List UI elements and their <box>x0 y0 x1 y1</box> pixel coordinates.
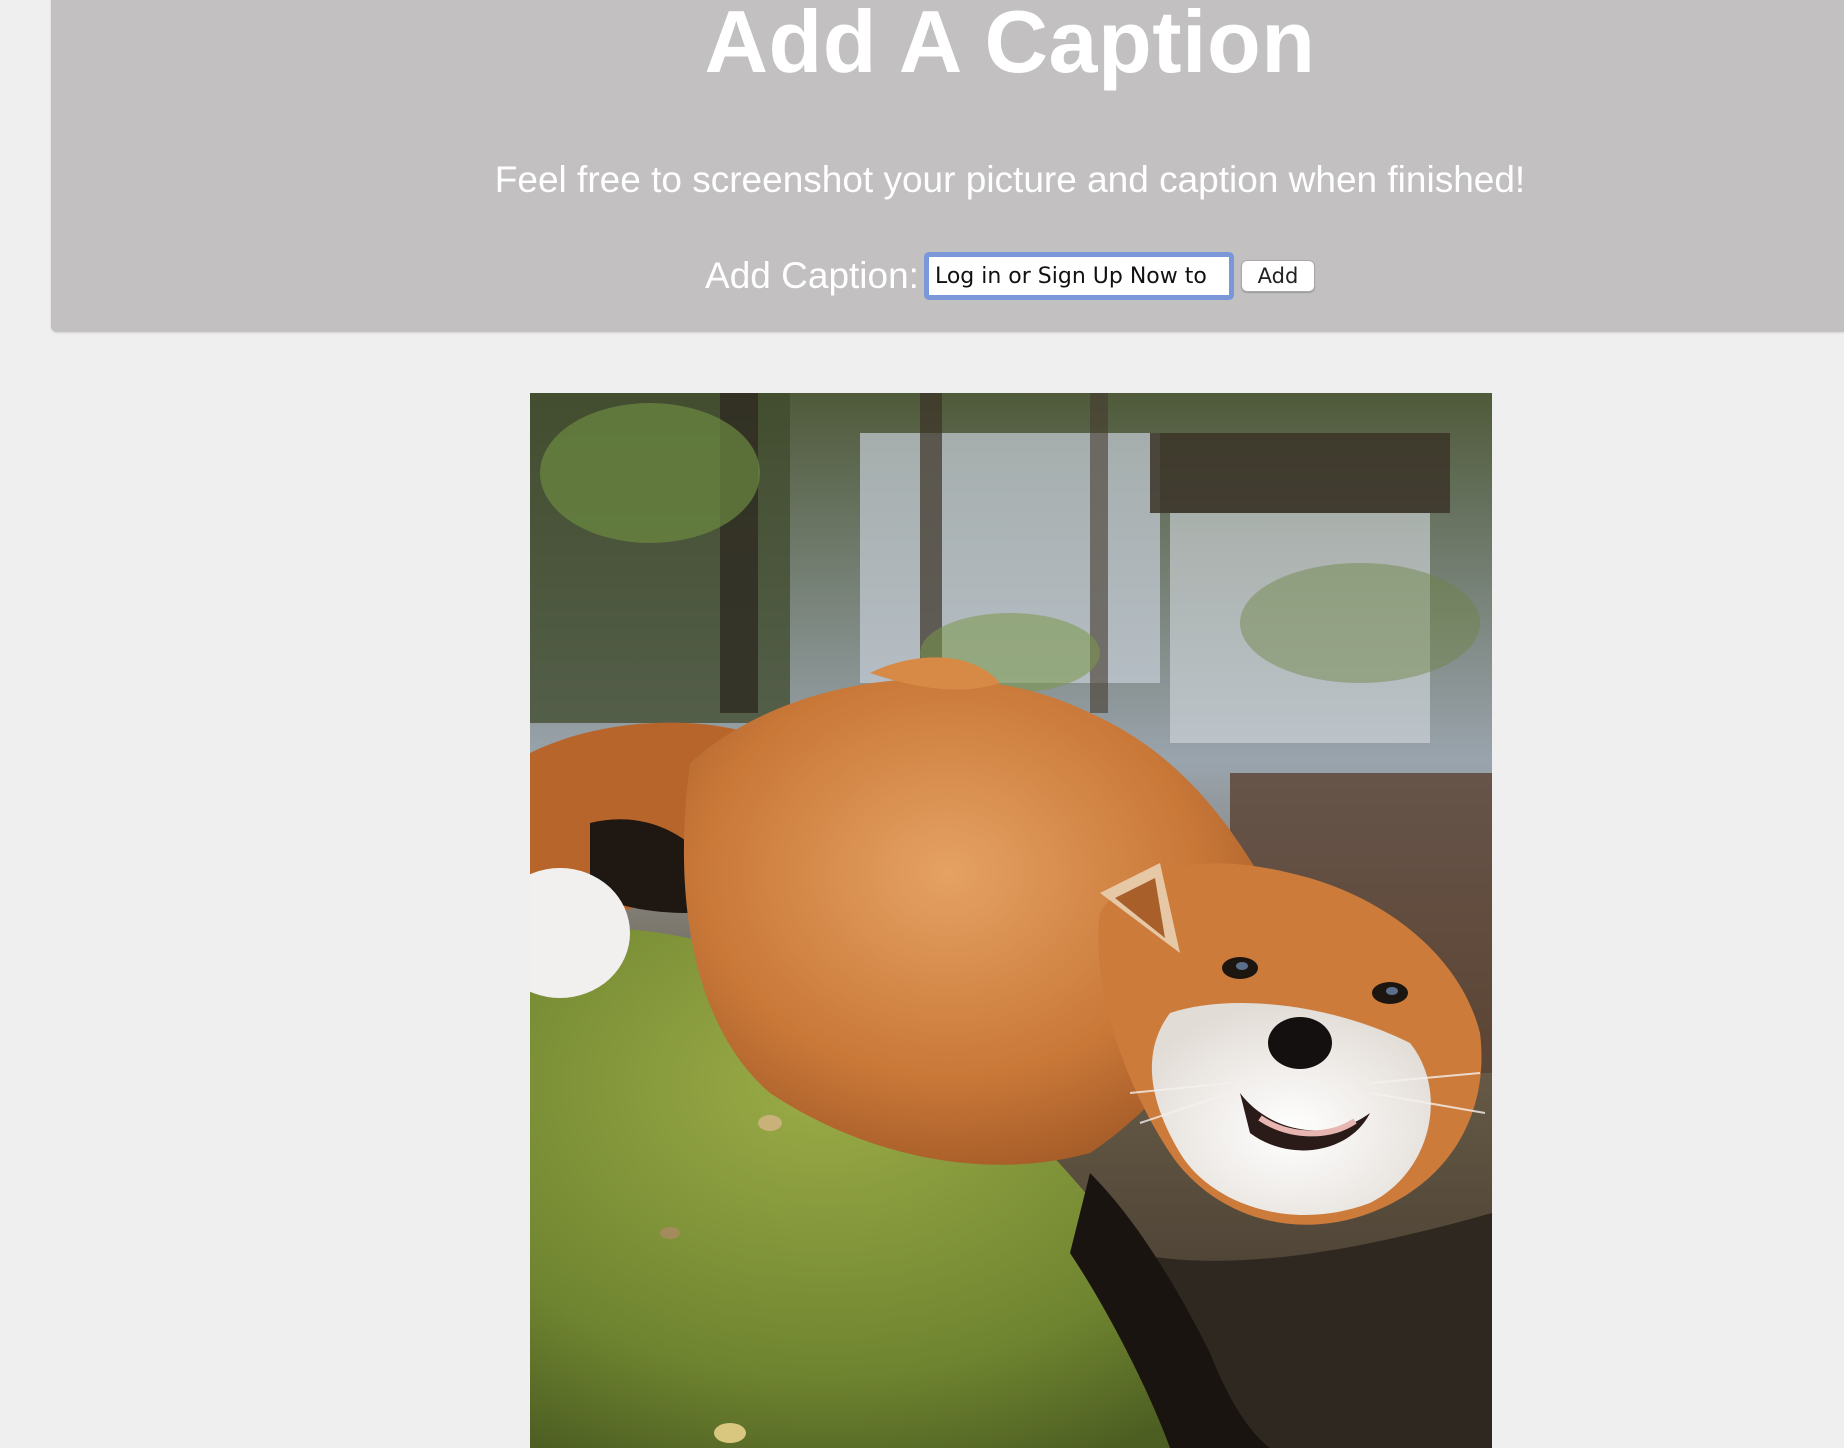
instructions-text: Feel free to screenshot your picture and… <box>494 159 1526 200</box>
caption-input[interactable] <box>923 252 1234 300</box>
caption-header: Add A Caption Feel free to screenshot yo… <box>51 0 1844 332</box>
page-title: Add A Caption <box>704 0 1316 91</box>
add-caption-button[interactable]: Add <box>1240 260 1315 292</box>
fox-photo <box>530 393 1492 1448</box>
caption-form: Add Caption: Add <box>51 250 1844 302</box>
caption-label: Add Caption: <box>705 255 919 296</box>
